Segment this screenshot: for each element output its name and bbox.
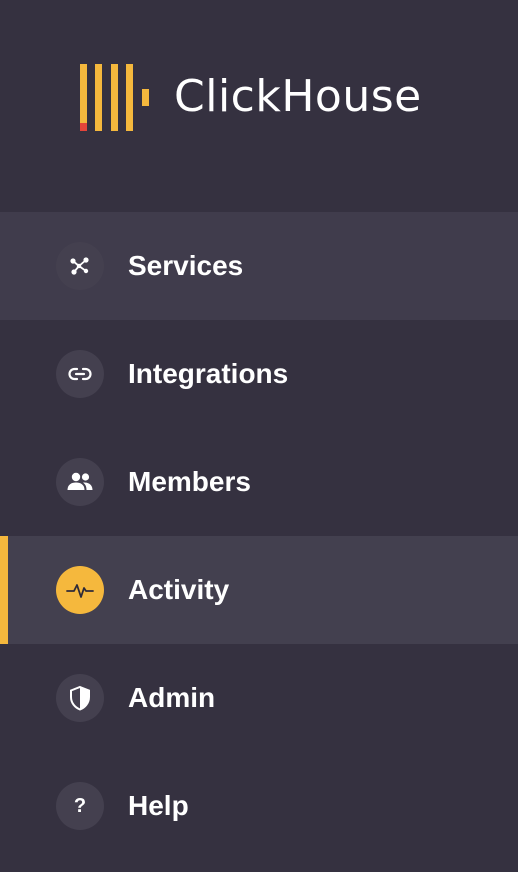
sidebar-item-members[interactable]: Members: [0, 428, 518, 536]
sidebar-item-label: Members: [128, 466, 251, 497]
sidebar-item-label: Integrations: [128, 358, 289, 389]
sidebar-item-label: Activity: [128, 574, 230, 605]
sidebar-item-label: Help: [128, 790, 189, 821]
sidebar-item-admin[interactable]: Admin: [0, 644, 518, 752]
clickhouse-logo-mark-icon: [80, 63, 152, 133]
sidebar-nav: Services Integrations Members Activity A…: [0, 212, 518, 860]
sidebar-item-label: Admin: [128, 682, 216, 713]
pulse-icon: [56, 566, 104, 614]
brand-name: ClickHouse: [174, 71, 422, 122]
sidebar-item-services[interactable]: Services: [0, 212, 518, 320]
clickhouse-logo[interactable]: ClickHouse: [80, 63, 421, 133]
shield-icon: [56, 674, 104, 722]
help-icon: ?: [56, 782, 104, 830]
services-nodes-icon: [56, 242, 104, 290]
sidebar-item-activity[interactable]: Activity: [0, 536, 518, 644]
people-icon: [56, 458, 104, 506]
link-icon: [56, 350, 104, 398]
sidebar-item-help[interactable]: ? Help: [0, 752, 518, 860]
sidebar-item-integrations[interactable]: Integrations: [0, 320, 518, 428]
sidebar-item-label: Services: [128, 250, 244, 281]
sidebar: ClickHouse Services Integrations Members…: [0, 0, 518, 872]
